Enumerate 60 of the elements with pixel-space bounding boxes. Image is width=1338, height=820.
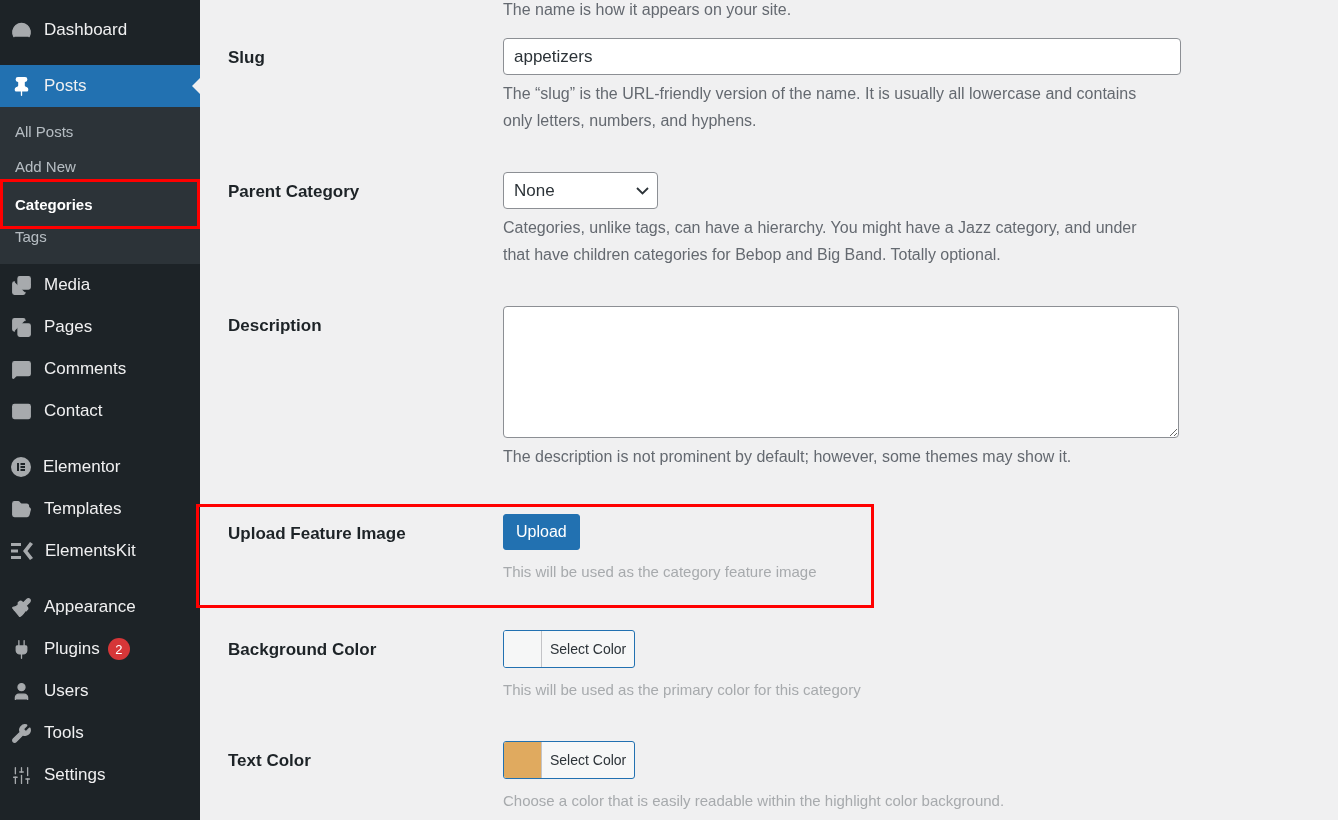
menu-label: Posts <box>44 76 87 96</box>
chevron-down-icon <box>636 186 649 195</box>
description-field[interactable] <box>503 306 1179 438</box>
current-arrow-icon <box>192 78 200 94</box>
field-label: Background Color <box>228 639 378 661</box>
menu-label: Comments <box>44 359 127 379</box>
menu-label: Elementor <box>43 457 121 477</box>
elementor-icon <box>11 457 31 477</box>
field-label: Upload Feature Image <box>228 523 407 545</box>
field-description: The description is not prominent by default; however, some themes may show it. <box>503 447 1072 467</box>
menu-label: Settings <box>44 765 106 785</box>
menu-label: Templates <box>44 499 122 519</box>
color-picker-button[interactable]: Select Color <box>503 741 636 779</box>
field-description: The name is how it appears on your site. <box>503 0 793 20</box>
menu-label: ElementsKit <box>45 541 136 561</box>
menu-item[interactable]: Plugins 2 <box>0 628 200 670</box>
menu-label: Dashboard <box>44 20 128 40</box>
menu-label: Users <box>44 681 89 701</box>
field-label: Text Color <box>228 750 312 772</box>
field-label: Slug <box>228 47 266 69</box>
parent-category-select[interactable]: None <box>503 172 658 209</box>
field-description: The “slug” is the URL-friendly version of the name. It is usually all lowercase and contains only letters, numbers, and hyphens. <box>503 84 1138 131</box>
upload-button[interactable]: Upload <box>503 514 580 550</box>
submenu-item[interactable]: Categories <box>0 179 200 229</box>
field-label: Description <box>228 315 323 337</box>
menu-label: Appearance <box>44 597 136 617</box>
menu-item[interactable]: Appearance <box>0 586 200 628</box>
count-badge: 2 <box>107 638 130 660</box>
menu-label: Plugins <box>44 639 100 659</box>
menu-item[interactable]: Comments <box>0 348 200 390</box>
menu-item[interactable]: Users <box>0 670 200 712</box>
kit-icon <box>11 541 33 561</box>
field-description: Categories, unlike tags, can have a hierarchy. You might have a Jazz category, and under that have children categories for Bebop and Big Band. Totally optional. <box>503 218 1138 265</box>
paintbrush-icon <box>11 596 32 618</box>
menu-label: Pages <box>44 317 93 337</box>
field-description: Choose a color that is easily readable within the highlight color background. <box>503 791 1005 811</box>
wrench-icon <box>11 722 32 744</box>
menu-item[interactable]: Media <box>0 264 200 306</box>
menu-item[interactable]: Contact <box>0 390 200 432</box>
field-label: Parent Category <box>228 181 361 203</box>
menu-item[interactable]: Dashboard <box>0 9 200 51</box>
menu-label: Media <box>44 275 91 295</box>
menu-label: Contact <box>44 401 103 421</box>
pages-icon <box>11 316 32 338</box>
menu-item[interactable]: Tools <box>0 712 200 754</box>
menu-item[interactable]: Pages <box>0 306 200 348</box>
color-picker-button[interactable]: Select Color <box>503 630 636 668</box>
menu-label: Tools <box>44 723 84 743</box>
field-description: This will be used as the category feature image <box>503 562 817 582</box>
menu-item[interactable]: Templates <box>0 488 200 530</box>
menu-item[interactable]: Posts <box>0 65 200 107</box>
slug-field[interactable]: appetizers <box>503 38 1181 75</box>
speech-bubble-icon <box>11 358 32 380</box>
menu-item[interactable]: ElementsKit <box>0 530 200 572</box>
folder-icon <box>11 498 32 520</box>
menu-item[interactable]: Elementor <box>0 446 200 488</box>
field-description: This will be used as the primary color for this category <box>503 680 861 700</box>
menu-item[interactable]: Settings <box>0 754 200 796</box>
sliders-icon <box>11 764 32 786</box>
submenu-item[interactable]: All Posts <box>0 114 200 149</box>
